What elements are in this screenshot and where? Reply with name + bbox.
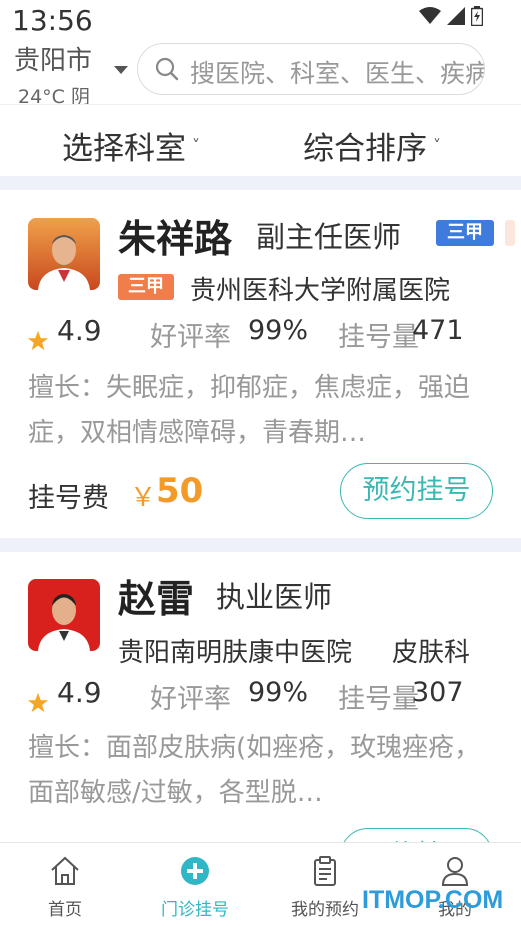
doctor-specialty: 擅长：失眠症，抑郁症，焦虑症，强迫症，双相情感障碍，青春期…	[28, 373, 471, 448]
doctor-card[interactable]: 赵雷 执业医师 贵阳南明肤康中医院 皮肤科 4.9 好评率 99% 挂号量 30…	[0, 552, 521, 842]
signal-icon	[447, 7, 465, 25]
positive-rate-label: 好评率	[150, 322, 231, 353]
chevron-down-icon: ˅	[433, 136, 441, 155]
department-filter-label: 选择科室	[62, 131, 186, 167]
section-divider	[0, 538, 521, 552]
nav-outpatient[interactable]: 门诊挂号	[130, 843, 260, 926]
doctor-avatar	[28, 218, 100, 290]
search-icon	[155, 57, 179, 81]
sort-filter[interactable]: 综合排序 ˅	[303, 123, 441, 168]
battery-icon	[471, 6, 483, 26]
rating-value: 4.9	[57, 676, 102, 709]
star-icon	[27, 330, 49, 351]
search-placeholder[interactable]: 搜医院、科室、医生、疾病	[190, 54, 484, 90]
hospital-name: 贵州医科大学附属医院	[190, 276, 451, 306]
chevron-down-icon[interactable]	[114, 66, 128, 74]
nav-outpatient-label: 门诊挂号	[161, 900, 229, 920]
book-appointment-button[interactable]: 预约挂号	[340, 463, 493, 519]
clipboard-icon	[314, 856, 336, 886]
fee-value: 50	[156, 471, 204, 511]
rating-value: 4.9	[57, 314, 102, 347]
status-time: 13:56	[12, 4, 93, 37]
doctor-card[interactable]: 朱祥路 副主任医师 三甲 三甲 贵州医科大学附属医院 4.9 好评率 99% 挂…	[0, 190, 521, 538]
plus-circle-icon	[181, 857, 209, 885]
booking-count-label: 挂号量	[338, 684, 419, 715]
watermark-logo: ITMOP.COM	[362, 886, 504, 914]
positive-rate-value: 99%	[248, 677, 309, 708]
department-filter[interactable]: 选择科室 ˅	[62, 123, 200, 168]
hospital-level-badge: 三甲	[118, 274, 174, 300]
filter-bar: 选择科室 ˅ 综合排序 ˅	[0, 104, 521, 176]
department-name: 皮肤科	[392, 638, 471, 668]
book-appointment-button[interactable]: 预约挂号	[340, 828, 493, 842]
positive-rate-value: 99%	[248, 315, 309, 346]
star-icon	[27, 692, 49, 713]
nav-home[interactable]: 首页	[0, 843, 130, 926]
positive-rate-label: 好评率	[150, 684, 231, 715]
chevron-down-icon: ˅	[192, 136, 200, 155]
fee-currency: ￥	[130, 483, 157, 513]
status-bar: 13:56	[0, 0, 521, 40]
fee-label: 挂号费	[28, 483, 109, 514]
doctor-title: 执业医师	[216, 580, 333, 614]
section-divider	[0, 176, 521, 190]
status-icons	[419, 6, 483, 26]
doctor-name: 朱祥路	[118, 217, 233, 261]
wifi-icon	[419, 7, 441, 24]
booking-count-label: 挂号量	[338, 322, 419, 353]
city-label[interactable]: 贵阳市	[14, 40, 92, 77]
search-bar[interactable]: 搜医院、科室、医生、疾病	[137, 43, 485, 95]
doctor-title: 副主任医师	[256, 220, 402, 254]
booking-count-value: 307	[412, 677, 464, 708]
level-badge-overflow	[505, 220, 515, 246]
level-badge: 三甲	[436, 220, 494, 246]
user-icon	[441, 857, 469, 886]
hospital-name: 贵阳南明肤康中医院	[118, 638, 353, 668]
doctor-specialty: 擅长：面部皮肤病(如痤疮，玫瑰痤疮，面部敏感/过敏，各型脱…	[28, 733, 481, 808]
home-icon	[51, 856, 79, 885]
booking-count-value: 471	[412, 315, 464, 346]
sort-filter-label: 综合排序	[303, 131, 427, 167]
nav-home-label: 首页	[48, 900, 82, 920]
doctor-name: 赵雷	[118, 577, 195, 621]
doctor-avatar	[28, 579, 100, 651]
